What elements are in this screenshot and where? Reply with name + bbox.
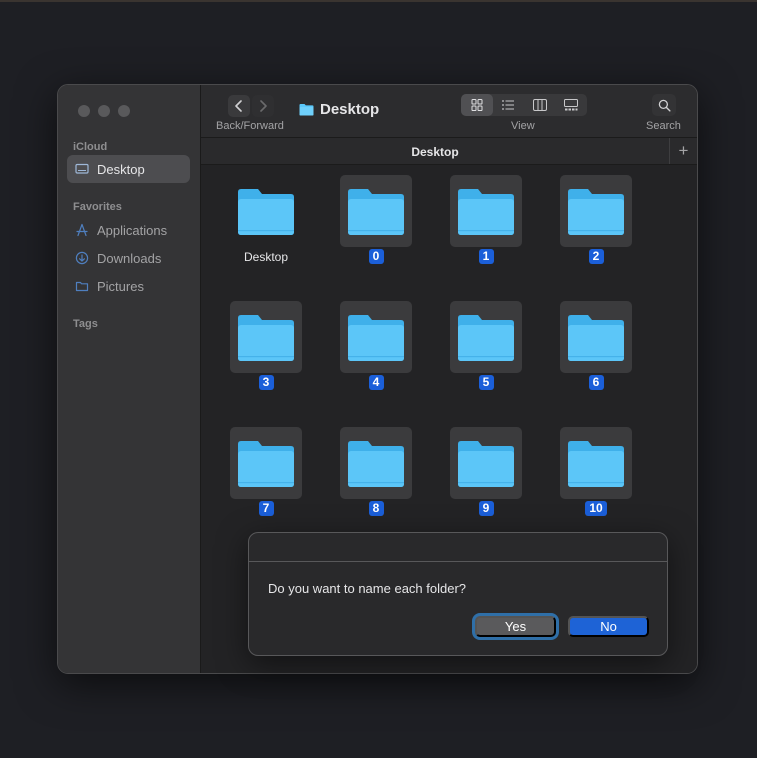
folder-name-label[interactable]: 3 <box>211 375 321 390</box>
sidebar-section-tags: Tags <box>73 318 98 330</box>
folder-name-label[interactable]: 7 <box>211 501 321 516</box>
yes-button[interactable]: Yes <box>475 616 556 637</box>
sidebar-item-label: Downloads <box>97 250 162 266</box>
folder-icon <box>299 104 314 116</box>
folder-name-label[interactable]: 4 <box>321 375 431 390</box>
gallery-icon <box>564 99 579 111</box>
folder-name-text: 1 <box>478 249 494 264</box>
chevron-right-icon <box>260 100 267 112</box>
sidebar-item-desktop[interactable]: Desktop <box>67 155 190 183</box>
folder-name-text: 7 <box>258 501 274 516</box>
folder-item[interactable] <box>340 301 412 373</box>
view-caption: View <box>511 120 535 132</box>
window-title-text: Desktop <box>320 101 380 118</box>
sidebar: iCloud Desktop Favorites Applications Do… <box>58 85 201 673</box>
desktop-icon <box>75 163 89 174</box>
view-gallery-button[interactable] <box>556 94 588 116</box>
close-window-button[interactable] <box>78 105 90 117</box>
folder-name-label[interactable]: Desktop <box>211 249 321 265</box>
folder-name-label[interactable]: 0 <box>321 249 431 264</box>
tab-bar: Desktop + <box>201 137 697 165</box>
search-icon <box>658 99 671 112</box>
chevron-left-icon <box>235 100 242 112</box>
folder-item[interactable] <box>560 175 632 247</box>
folder-icon <box>568 189 624 235</box>
folder-icon <box>348 189 404 235</box>
view-columns-button[interactable] <box>524 94 556 116</box>
new-tab-button[interactable]: + <box>669 138 697 164</box>
folder-name-text: 2 <box>588 249 604 264</box>
folder-icon <box>458 189 514 235</box>
toolbar: Back/Forward Desktop View Search <box>201 85 697 137</box>
folder-item[interactable] <box>230 175 302 247</box>
back-forward-caption: Back/Forward <box>216 120 284 132</box>
folder-name-label[interactable]: 1 <box>431 249 541 264</box>
folder-name-text: 10 <box>585 501 607 516</box>
search-button[interactable] <box>652 94 676 116</box>
name-folders-dialog: Do you want to name each folder? Yes No <box>248 532 668 656</box>
list-icon <box>502 100 515 110</box>
minimize-window-button[interactable] <box>98 105 110 117</box>
folder-icon <box>458 441 514 487</box>
dialog-message: Do you want to name each folder? <box>268 581 467 596</box>
folder-item[interactable] <box>450 301 522 373</box>
back-button[interactable] <box>228 95 250 117</box>
folder-icon <box>238 441 294 487</box>
folder-icon <box>348 441 404 487</box>
folder-item[interactable] <box>340 427 412 499</box>
sidebar-section-favorites: Favorites <box>73 201 122 213</box>
folder-name-text: 0 <box>368 249 384 264</box>
downloads-icon <box>75 251 89 265</box>
folder-name-text: 9 <box>478 501 494 516</box>
folder-item[interactable] <box>230 301 302 373</box>
folder-name-label[interactable]: 6 <box>541 375 651 390</box>
desktop-top-edge <box>0 0 757 2</box>
folder-name-text: 3 <box>258 375 274 390</box>
view-icons-button[interactable] <box>461 94 493 116</box>
folder-name-text: 5 <box>478 375 494 390</box>
sidebar-item-pictures[interactable]: Pictures <box>67 272 190 300</box>
folder-item[interactable] <box>450 427 522 499</box>
forward-button[interactable] <box>252 95 274 117</box>
folder-item[interactable] <box>450 175 522 247</box>
folder-name-text: 4 <box>368 375 384 390</box>
view-switcher <box>461 94 587 116</box>
folder-name-text: 6 <box>588 375 604 390</box>
dialog-titlebar <box>249 533 667 562</box>
window-title: Desktop <box>299 101 379 118</box>
sidebar-item-label: Applications <box>97 222 168 238</box>
folder-icon <box>348 315 404 361</box>
folder-name-text: 8 <box>368 501 384 516</box>
folder-icon <box>458 315 514 361</box>
folder-icon <box>568 441 624 487</box>
folder-item[interactable] <box>560 427 632 499</box>
columns-icon <box>532 99 547 111</box>
grid-icon <box>471 99 483 111</box>
pictures-icon <box>75 281 89 292</box>
sidebar-section-icloud: iCloud <box>73 141 108 153</box>
applications-icon <box>76 223 88 237</box>
folder-name-label[interactable]: 2 <box>541 249 651 264</box>
folder-name-label[interactable]: 9 <box>431 501 541 516</box>
tab-desktop[interactable]: Desktop <box>201 145 669 159</box>
folder-item[interactable] <box>560 301 632 373</box>
sidebar-item-label: Desktop <box>97 161 145 177</box>
folder-icon <box>568 315 624 361</box>
folder-name-text: Desktop <box>243 250 289 264</box>
folder-item[interactable] <box>230 427 302 499</box>
folder-name-label[interactable]: 10 <box>541 501 651 516</box>
no-button[interactable]: No <box>568 616 649 637</box>
folder-name-label[interactable]: 5 <box>431 375 541 390</box>
folder-item[interactable] <box>340 175 412 247</box>
zoom-window-button[interactable] <box>118 105 130 117</box>
view-list-button[interactable] <box>493 94 525 116</box>
sidebar-item-label: Pictures <box>97 278 144 294</box>
folder-name-label[interactable]: 8 <box>321 501 431 516</box>
folder-icon <box>238 189 294 235</box>
folder-icon <box>238 315 294 361</box>
sidebar-item-downloads[interactable]: Downloads <box>67 244 190 272</box>
sidebar-item-applications[interactable]: Applications <box>67 216 190 244</box>
search-caption: Search <box>646 120 681 132</box>
